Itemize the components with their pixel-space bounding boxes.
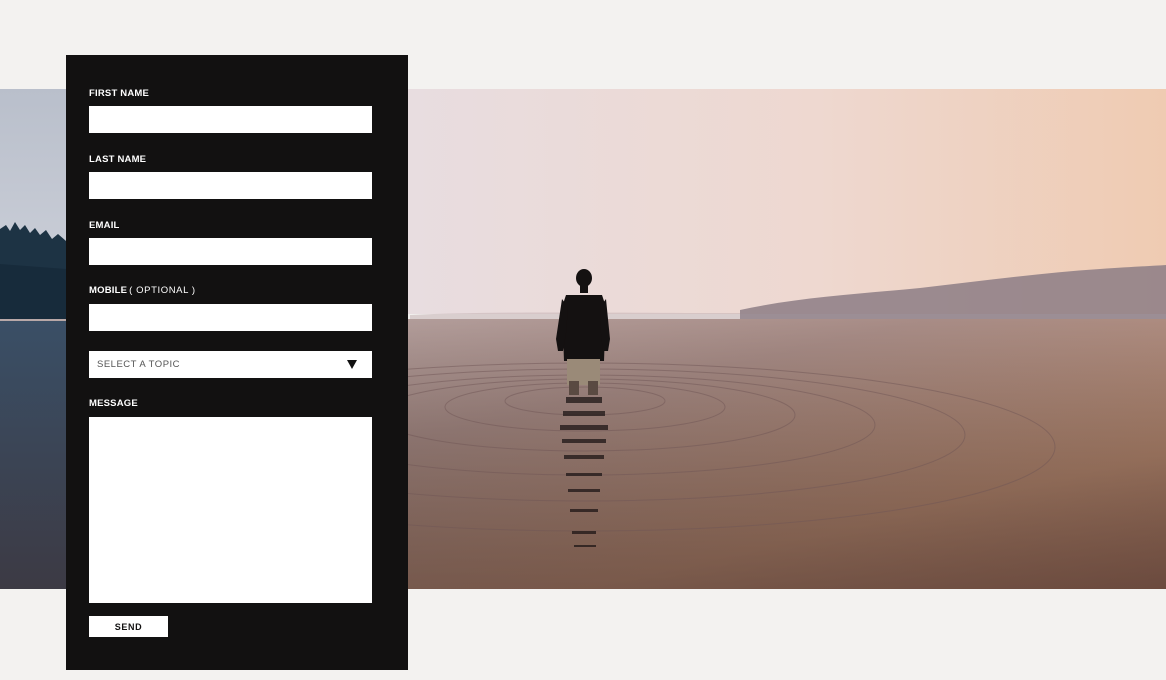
send-button[interactable]: SEND [89,616,168,637]
last-name-input[interactable] [89,172,372,199]
email-input[interactable] [89,238,372,265]
contact-form: FIRST NAME LAST NAME EMAIL MOBILE( OPTIO… [66,55,408,670]
last-name-label: LAST NAME [89,154,147,165]
triangle-down-icon [347,360,357,369]
mobile-label: MOBILE( OPTIONAL ) [89,285,196,297]
first-name-input[interactable] [89,106,372,133]
topic-select[interactable]: SELECT A TOPIC [89,351,372,378]
topic-select-value: SELECT A TOPIC [97,359,181,370]
first-name-label: FIRST NAME [89,88,150,99]
email-label: EMAIL [89,220,120,231]
message-textarea[interactable] [89,417,372,603]
message-label: MESSAGE [89,398,138,409]
mobile-label-text: MOBILE [89,285,128,296]
mobile-input[interactable] [89,304,372,331]
optional-note: ( OPTIONAL ) [129,285,196,296]
